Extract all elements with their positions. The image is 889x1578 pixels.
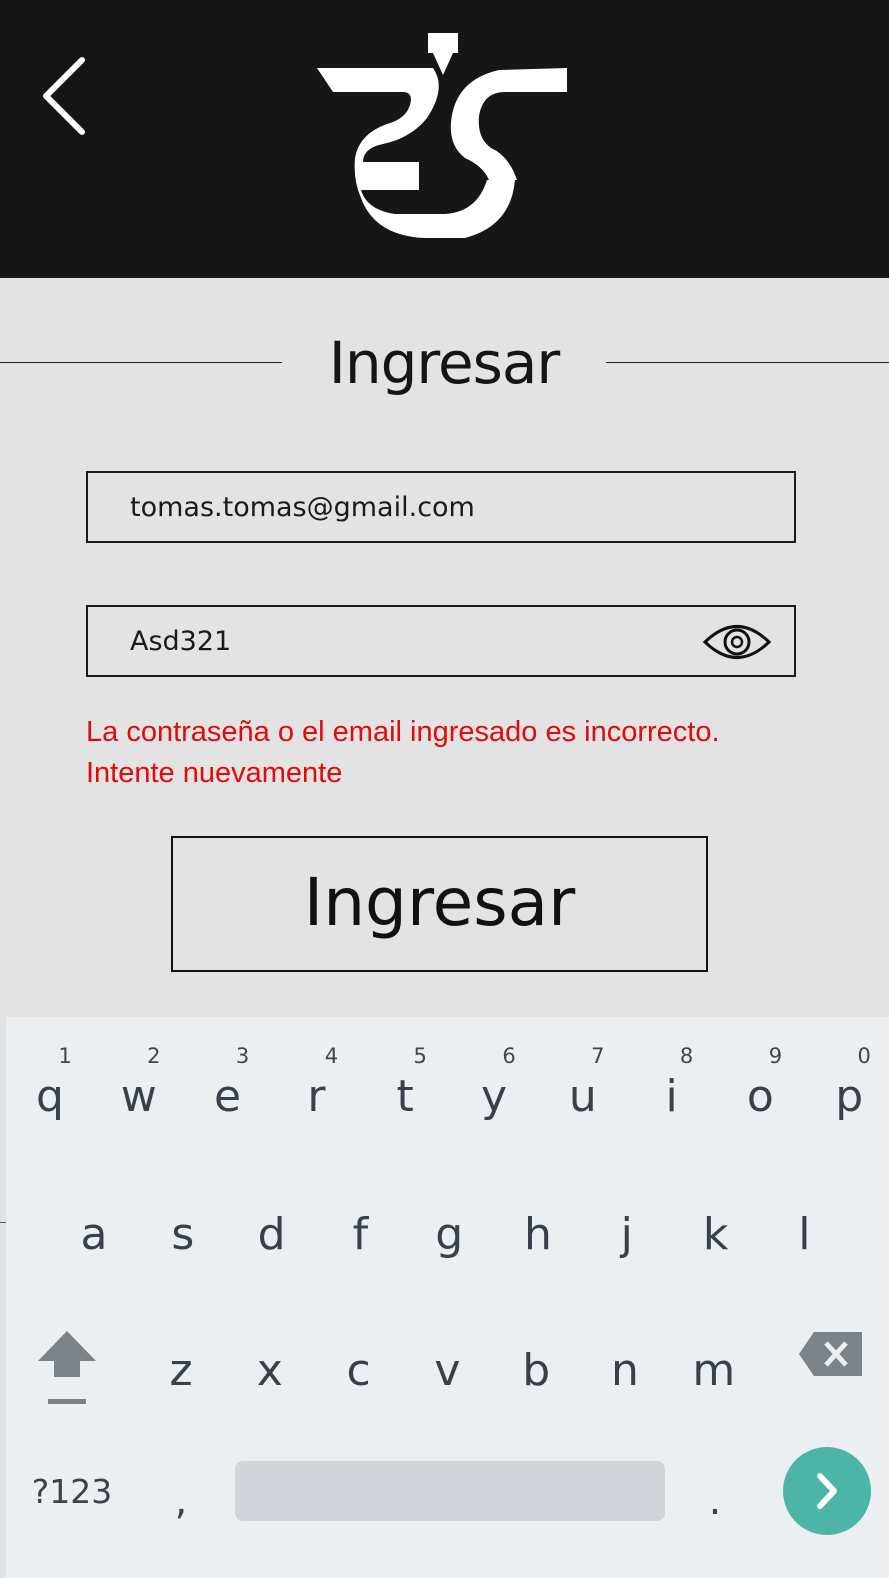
key-o[interactable]: 9o (716, 1029, 804, 1149)
key-char: s (171, 1209, 195, 1260)
key-char: r (307, 1071, 326, 1122)
key-hint: 1 (58, 1044, 72, 1068)
toggle-password-visibility-button[interactable] (702, 619, 772, 665)
password-field[interactable]: Asd321 (86, 605, 796, 677)
title-row: Ingresar (0, 320, 889, 410)
key-char: x (256, 1345, 283, 1396)
shift-key[interactable] (32, 1325, 102, 1405)
app-header (0, 0, 889, 278)
email-value: tomas.tomas@gmail.com (130, 492, 475, 523)
error-line-2: Intente nuevamente (86, 757, 343, 789)
key-hint: 4 (324, 1044, 339, 1068)
key-char: j (620, 1209, 633, 1260)
key-char: p (835, 1071, 864, 1122)
key-f[interactable]: f (316, 1167, 404, 1287)
key-char: z (169, 1345, 193, 1396)
key-char: c (346, 1345, 371, 1396)
backspace-icon (799, 1332, 862, 1376)
key-hint: 8 (679, 1044, 694, 1068)
error-line-1: La contraseña o el email ingresado es in… (86, 716, 720, 748)
key-u[interactable]: 7u (539, 1029, 627, 1149)
key-hint: 0 (857, 1044, 871, 1068)
key-char: w (120, 1071, 157, 1122)
title-divider-right (606, 362, 889, 363)
back-button[interactable] (30, 48, 100, 148)
key-char: i (665, 1071, 678, 1122)
key-char: f (352, 1209, 369, 1260)
key-h[interactable]: h (494, 1167, 582, 1287)
shift-icon (38, 1331, 96, 1404)
key-char: q (36, 1071, 64, 1122)
key-t[interactable]: 5t (361, 1029, 449, 1149)
key-g[interactable]: g (405, 1167, 493, 1287)
password-value: Asd321 (130, 626, 232, 657)
key-char: v (434, 1345, 461, 1396)
key-x[interactable]: x (226, 1303, 314, 1423)
key-j[interactable]: j (583, 1167, 671, 1287)
period-key[interactable]: . (680, 1471, 750, 1531)
key-char: k (702, 1209, 729, 1260)
key-i[interactable]: 8i (628, 1029, 716, 1149)
key-hint: 6 (502, 1044, 516, 1068)
key-char: b (522, 1345, 551, 1396)
key-char: h (524, 1209, 552, 1260)
spacebar[interactable] (235, 1461, 665, 1521)
key-v[interactable]: v (403, 1303, 491, 1423)
key-c[interactable]: c (315, 1303, 403, 1423)
key-char: y (480, 1071, 508, 1122)
eye-icon (702, 625, 772, 659)
chevron-right-icon (817, 1473, 837, 1509)
key-char: t (396, 1071, 414, 1122)
chevron-left-icon (43, 57, 85, 135)
key-q[interactable]: 1q (6, 1029, 94, 1149)
key-s[interactable]: s (139, 1167, 227, 1287)
key-char: d (257, 1209, 286, 1260)
brand-logo (315, 30, 575, 245)
key-w[interactable]: 2w (95, 1029, 183, 1149)
key-char: e (214, 1071, 242, 1122)
key-m[interactable]: m (670, 1303, 758, 1423)
backspace-key[interactable] (796, 1329, 866, 1379)
email-field[interactable]: tomas.tomas@gmail.com (86, 471, 796, 543)
key-z[interactable]: z (137, 1303, 225, 1423)
key-n[interactable]: n (581, 1303, 669, 1423)
key-char: n (611, 1345, 639, 1396)
login-submit-button[interactable]: Ingresar (171, 836, 708, 972)
page-title: Ingresar (328, 329, 561, 397)
key-k[interactable]: k (672, 1167, 760, 1287)
key-char: l (798, 1209, 811, 1260)
key-char: m (692, 1345, 736, 1396)
key-hint: 2 (147, 1044, 161, 1068)
key-y[interactable]: 6y (450, 1029, 538, 1149)
key-char: g (435, 1209, 464, 1260)
soft-keyboard: 1q2w3e4r5t6y7u8i9o0p asdfghjkl zxcvbnm ?… (6, 1017, 889, 1578)
key-hint: 3 (235, 1044, 250, 1068)
key-p[interactable]: 0p (805, 1029, 889, 1149)
enter-key[interactable] (783, 1447, 871, 1535)
symbols-key[interactable]: ?123 (24, 1467, 120, 1517)
key-e[interactable]: 3e (184, 1029, 272, 1149)
key-r[interactable]: 4r (272, 1029, 360, 1149)
login-error-message: La contraseña o el email ingresado es in… (86, 712, 846, 794)
key-char: a (80, 1209, 108, 1260)
key-hint: 9 (768, 1044, 783, 1068)
key-hint: 7 (591, 1044, 605, 1068)
title-divider-left (0, 362, 282, 363)
key-char: o (746, 1071, 774, 1122)
comma-key[interactable]: , (146, 1471, 216, 1531)
key-l[interactable]: l (760, 1167, 848, 1287)
key-b[interactable]: b (492, 1303, 580, 1423)
key-a[interactable]: a (50, 1167, 138, 1287)
key-d[interactable]: d (228, 1167, 316, 1287)
key-char: u (568, 1071, 597, 1122)
key-hint: 5 (413, 1044, 427, 1068)
